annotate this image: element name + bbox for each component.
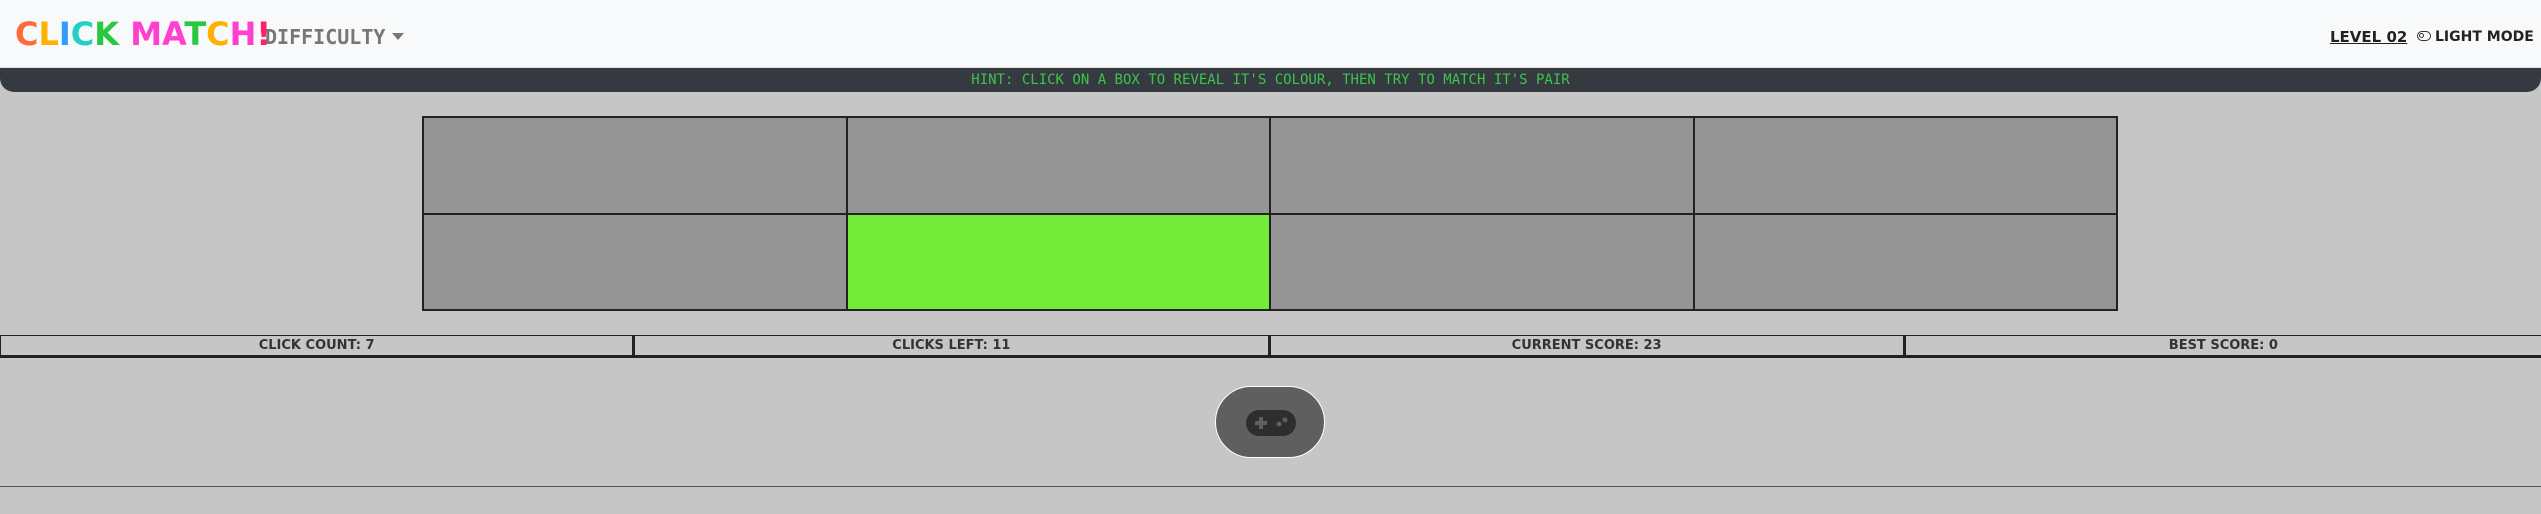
footer-divider (0, 486, 2541, 487)
brand-letter: C (70, 15, 95, 53)
clicks-left: CLICKS LEFT: 11 (635, 335, 1271, 358)
brand-letter (119, 15, 130, 53)
hint-bar: HINT: CLICK ON A BOX TO REVEAL IT'S COLO… (0, 68, 2541, 92)
difficulty-dropdown[interactable]: DIFFICULTY (265, 24, 385, 50)
light-mode-label[interactable]: LIGHT MODE (2435, 27, 2534, 47)
brand-letter: C (15, 15, 39, 53)
brand-letter: K (94, 15, 120, 53)
tile-5[interactable] (423, 213, 847, 310)
current-score: CURRENT SCORE: 23 (1270, 335, 1906, 358)
tile-1[interactable] (423, 117, 847, 214)
tile-grid (422, 116, 2118, 311)
new-game-button[interactable] (1215, 386, 1325, 458)
tile-8[interactable] (1693, 213, 2117, 310)
click-count: CLICK COUNT: 7 (0, 335, 636, 358)
tile-4[interactable] (1693, 117, 2117, 214)
brand-letter: C (206, 15, 230, 53)
brand-letter: A (162, 15, 185, 53)
light-mode-toggle[interactable] (2417, 31, 2431, 41)
best-score: BEST SCORE: 0 (1905, 335, 2541, 358)
brand-letter: H (229, 15, 257, 53)
brand-letter: I (58, 15, 71, 53)
tile-7[interactable] (1270, 213, 1694, 310)
level-indicator: LEVEL 02 (2330, 28, 2408, 46)
chevron-down-icon[interactable] (392, 33, 404, 40)
brand-letter: M (130, 15, 163, 53)
brand-letter: T (184, 15, 207, 53)
tile-3[interactable] (1270, 117, 1694, 214)
tile-2[interactable] (846, 117, 1270, 214)
gamepad-icon (1246, 410, 1296, 436)
brand-logo[interactable]: CLICK MATCH! (15, 12, 271, 56)
stats-bar: CLICK COUNT: 7 CLICKS LEFT: 11 CURRENT S… (0, 335, 2541, 358)
tile-6[interactable] (846, 213, 1270, 310)
navbar: CLICK MATCH! DIFFICULTY LEVEL 02 LIGHT M… (0, 0, 2541, 68)
brand-letter: L (38, 15, 59, 53)
